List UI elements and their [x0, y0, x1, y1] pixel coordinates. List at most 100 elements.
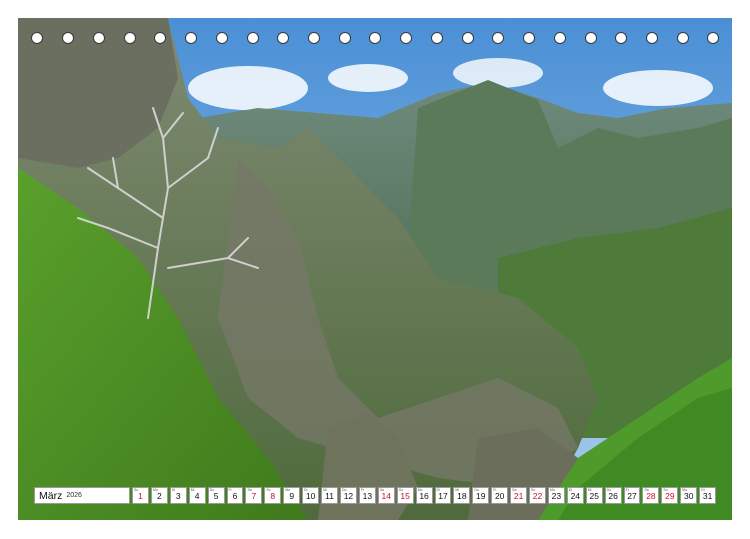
weekday-abbrev: Do — [474, 488, 479, 492]
binding-hole — [400, 32, 412, 44]
binding-hole — [247, 32, 259, 44]
calendar-day: Mo 16 — [415, 487, 433, 504]
day-number: 20 — [494, 490, 505, 501]
weekday-abbrev: Do — [606, 488, 612, 492]
calendar-day: Sa 14 — [377, 487, 395, 504]
calendar-day: Do 26 — [604, 487, 622, 504]
weekday-abbrev: So — [663, 488, 668, 492]
day-number: 29 — [665, 490, 675, 501]
day-number: 22 — [532, 490, 543, 501]
weekday-abbrev: Mi — [587, 488, 592, 492]
day-number: 23 — [551, 490, 562, 501]
calendar-day: Sa 21 — [510, 487, 528, 504]
weekday-abbrev: Fr — [228, 488, 232, 492]
calendar-day: Mo 23 — [547, 487, 565, 504]
binding-hole — [615, 32, 627, 44]
calendar-day: Di 10 — [302, 487, 320, 504]
day-number: 11 — [325, 490, 334, 501]
binding-hole — [554, 32, 566, 44]
calendar-day: Sa 28 — [642, 487, 660, 504]
landscape-illustration — [18, 18, 732, 520]
weekday-abbrev: Sa — [644, 488, 649, 492]
day-number: 16 — [419, 490, 429, 501]
weekday-abbrev: Sa — [379, 488, 385, 492]
year-label: 2026 — [66, 492, 82, 499]
calendar-day: Di 24 — [566, 487, 584, 504]
weekday-abbrev: Di — [304, 488, 308, 492]
day-number: 27 — [627, 490, 637, 501]
day-number: 19 — [476, 490, 486, 501]
weekday-abbrev: Di — [568, 488, 573, 492]
day-number: 26 — [608, 490, 618, 501]
calendar-strip: März 2026 So 1 Mo 2 Di 3 Mi 4 Do 5 Fr 6 Sa 7 So 8 Mo 9 Di 1… — [34, 487, 717, 504]
binding-hole — [431, 32, 443, 44]
binding-hole — [646, 32, 658, 44]
binding-hole — [308, 32, 320, 44]
binding-hole — [154, 32, 166, 44]
weekday-abbrev: Mi — [455, 488, 460, 492]
day-number: 6 — [232, 490, 238, 501]
month-name: März — [39, 489, 63, 502]
day-number: 14 — [381, 490, 391, 501]
weekday-abbrev: Di — [436, 488, 440, 492]
day-number: 5 — [213, 490, 219, 501]
weekday-abbrev: So — [398, 488, 403, 492]
weekday-abbrev: Mo — [152, 488, 158, 492]
weekday-abbrev: Mi — [323, 488, 327, 492]
weekday-abbrev: Do — [341, 488, 347, 492]
day-number: 12 — [343, 490, 354, 501]
binding-hole — [124, 32, 136, 44]
binding-hole — [93, 32, 105, 44]
day-number: 18 — [457, 490, 467, 501]
calendar-day: Mi 4 — [188, 487, 206, 504]
day-number: 10 — [305, 490, 316, 501]
spiral-binding — [18, 32, 732, 48]
binding-hole — [523, 32, 535, 44]
calendar-day: So 8 — [264, 487, 282, 504]
calendar-day: Do 5 — [207, 487, 225, 504]
day-number: 15 — [400, 490, 410, 501]
weekday-abbrev: Mo — [285, 488, 291, 492]
calendar-day: Fr 20 — [491, 487, 509, 504]
calendar-day: Fr 13 — [358, 487, 376, 504]
calendar-day: So 15 — [396, 487, 414, 504]
calendar-day: Fr 6 — [226, 487, 244, 504]
day-number: 8 — [270, 490, 276, 501]
weekday-abbrev: Di — [171, 488, 176, 492]
calendar-day: Mi 18 — [453, 487, 471, 504]
day-number: 21 — [513, 490, 524, 501]
calendar-day: So 22 — [529, 487, 546, 504]
weekday-abbrev: Sa — [512, 488, 517, 492]
day-number: 3 — [175, 490, 181, 501]
day-number: 31 — [702, 490, 713, 501]
weekday-abbrev: Di — [701, 488, 705, 492]
binding-hole — [277, 32, 289, 44]
day-number: 9 — [289, 490, 295, 501]
calendar-day: Mi 25 — [585, 487, 603, 504]
weekday-abbrev: Sa — [247, 488, 252, 492]
calendar-day: So 29 — [661, 487, 679, 504]
mountain-landscape-photo — [18, 18, 732, 520]
month-label: März 2026 — [34, 487, 130, 504]
day-number: 28 — [646, 490, 656, 501]
day-number: 1 — [138, 490, 143, 501]
calendar-day: Mi 11 — [321, 487, 338, 504]
calendar-day: Do 19 — [472, 487, 490, 504]
weekday-abbrev: So — [134, 488, 139, 492]
calendar-day: Di 3 — [169, 487, 187, 504]
calendar-day: Mo 30 — [680, 487, 698, 504]
calendar-day: Di 31 — [699, 487, 717, 504]
binding-hole — [339, 32, 351, 44]
calendar-day: So 1 — [132, 487, 149, 504]
day-number: 24 — [570, 490, 581, 501]
day-number: 13 — [362, 490, 373, 501]
day-number: 30 — [684, 490, 694, 501]
binding-hole — [492, 32, 504, 44]
weekday-abbrev: Mo — [549, 488, 555, 492]
calendar-day: Mo 2 — [150, 487, 168, 504]
weekday-abbrev: Fr — [493, 488, 497, 492]
binding-hole — [707, 32, 719, 44]
day-number: 25 — [589, 490, 599, 501]
day-number: 7 — [251, 490, 257, 501]
weekday-abbrev: Mo — [682, 488, 688, 492]
